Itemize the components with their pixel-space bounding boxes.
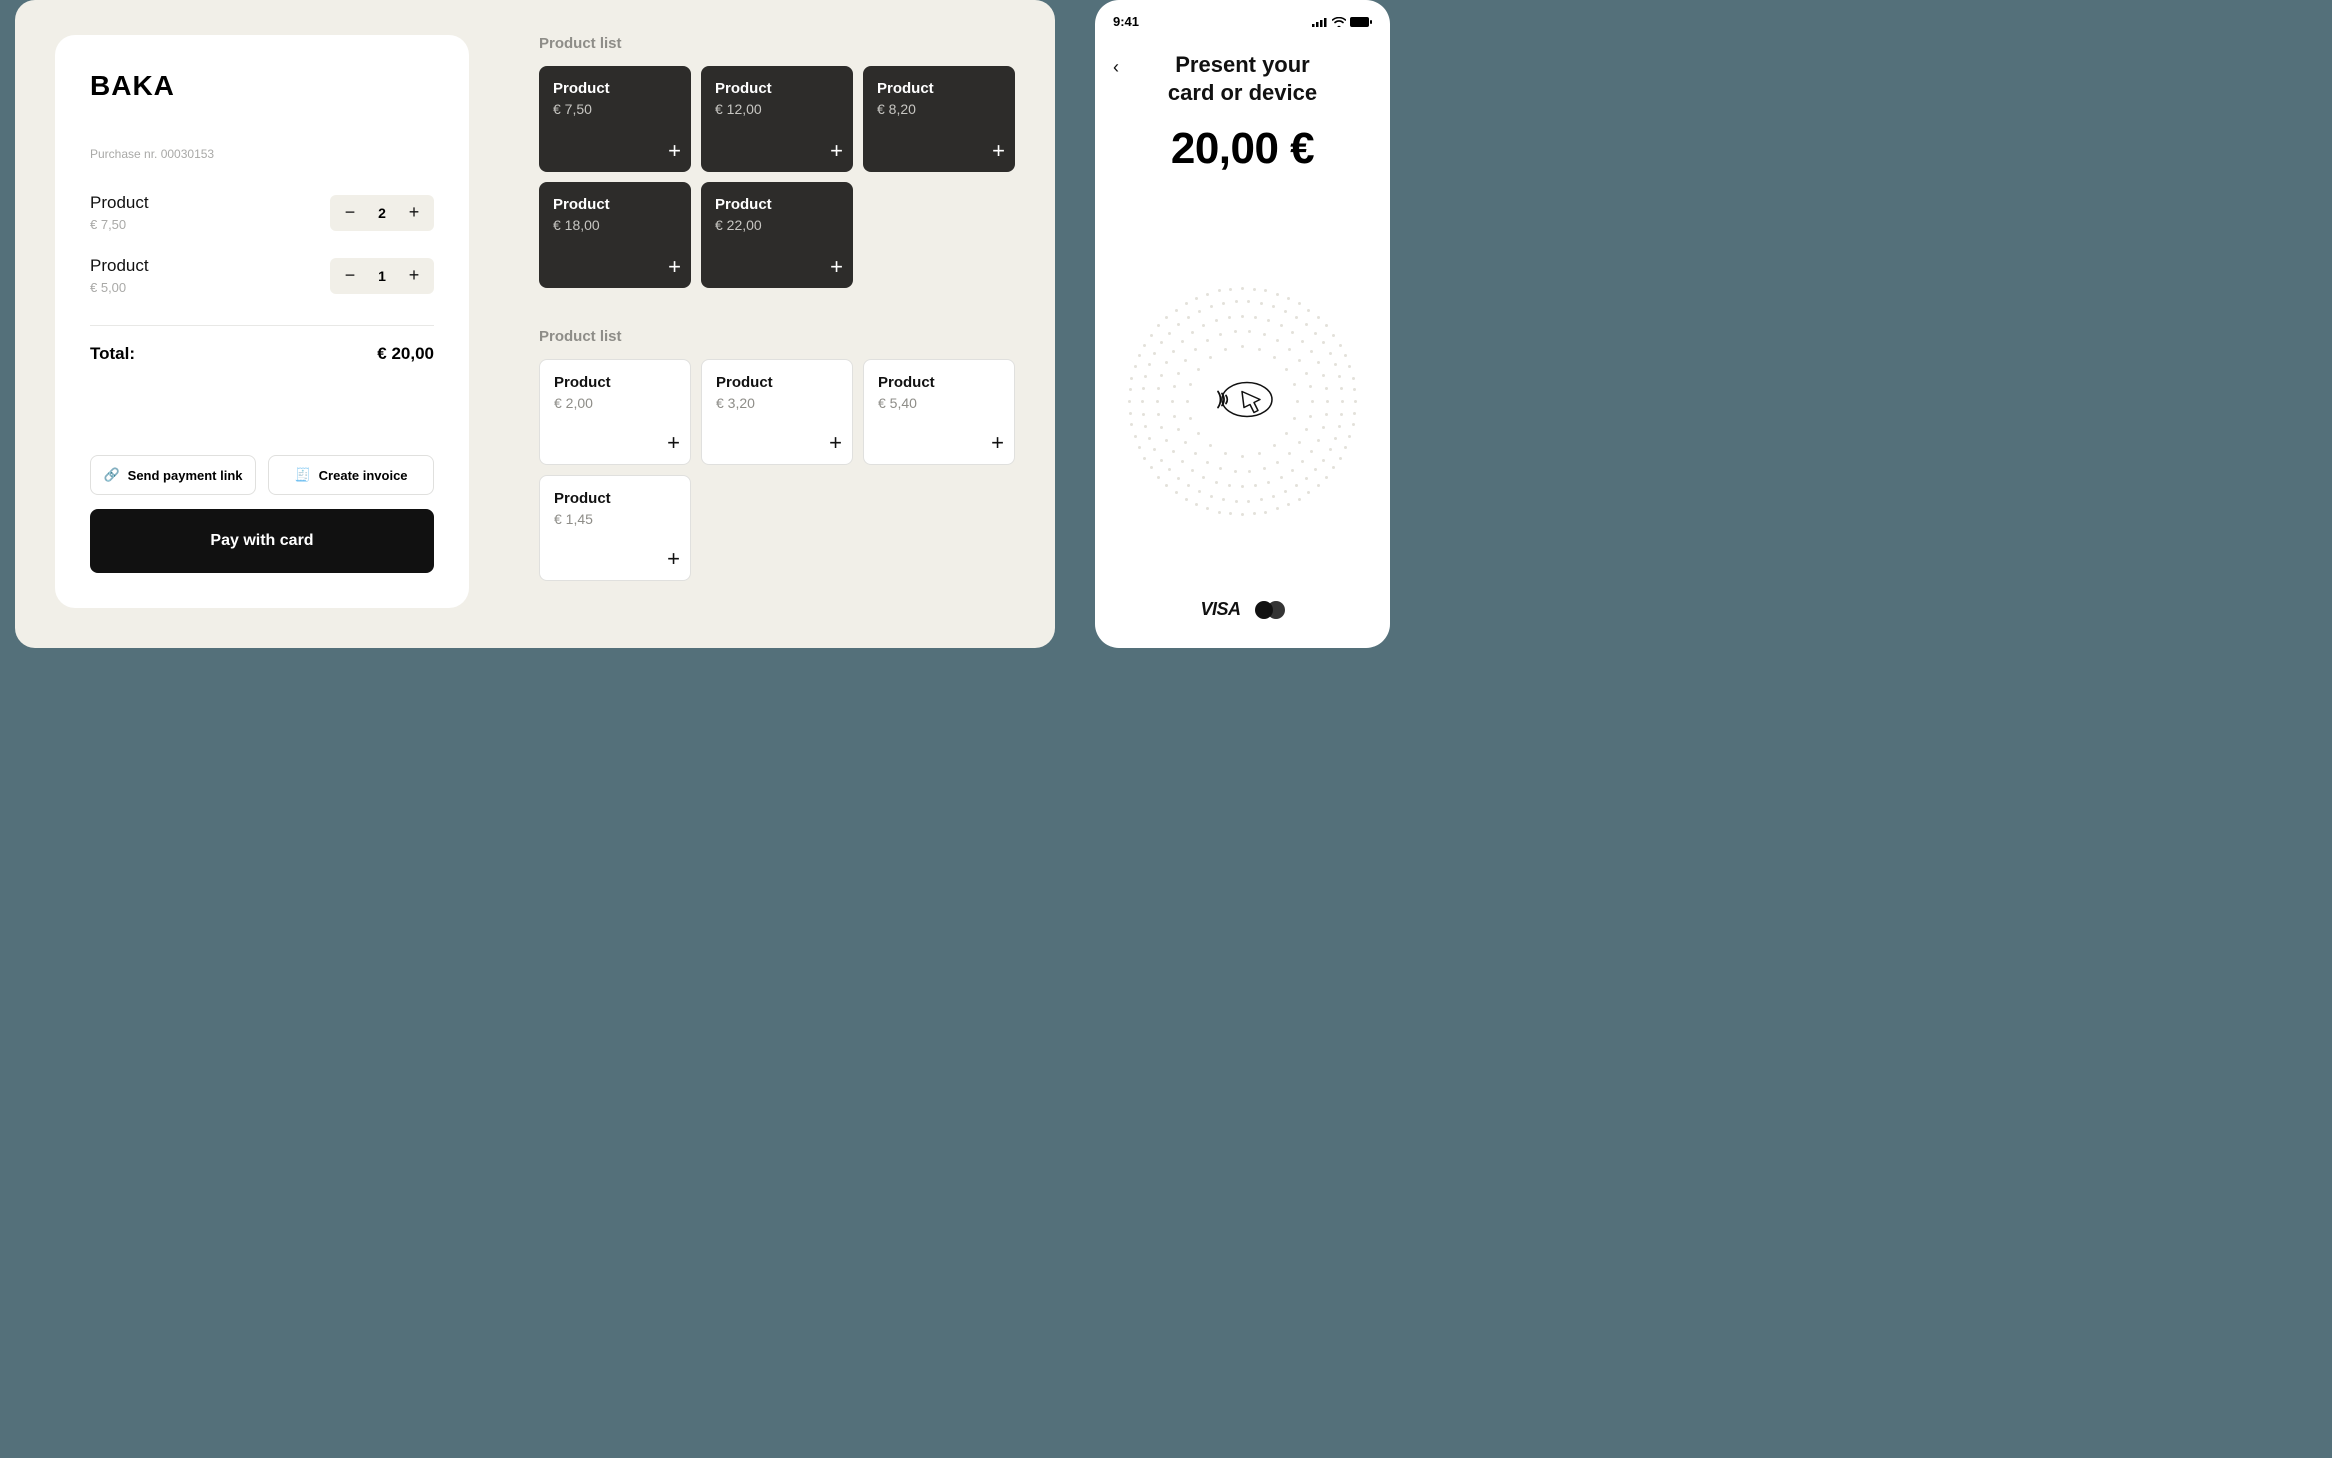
qty-decrement[interactable]: − (334, 260, 366, 292)
total-value: € 20,00 (377, 344, 434, 364)
brand-logo: BAKA (90, 70, 434, 102)
line-item: Product € 5,00 − 1 + (90, 244, 434, 307)
pay-with-card-button[interactable]: Pay with card (90, 509, 434, 573)
send-payment-link-button[interactable]: 🔗 Send payment link (90, 455, 256, 495)
line-item-price: € 5,00 (90, 280, 149, 295)
product-card[interactable]: Product € 1,45 + (539, 475, 691, 581)
button-label: Create invoice (319, 468, 408, 483)
plus-icon[interactable]: + (829, 430, 842, 456)
product-name: Product (554, 374, 676, 391)
plus-icon[interactable]: + (830, 138, 843, 164)
product-price: € 22,00 (715, 217, 839, 233)
present-card-title: Present yourcard or device (1133, 51, 1352, 106)
accepted-cards: VISA (1113, 599, 1372, 630)
qty-increment[interactable]: + (398, 197, 430, 229)
product-price: € 7,50 (553, 101, 677, 117)
product-name: Product (553, 196, 677, 213)
line-item-price: € 7,50 (90, 217, 149, 232)
total-row: Total: € 20,00 (90, 344, 434, 364)
line-item-name: Product (90, 256, 149, 276)
qty-value: 2 (366, 205, 398, 221)
quantity-stepper: − 1 + (330, 258, 434, 294)
grid-title: Product list (539, 328, 1015, 345)
button-label: Send payment link (128, 468, 243, 483)
product-price: € 12,00 (715, 101, 839, 117)
product-grids: Product list Product € 7,50 + Product € … (539, 0, 1015, 608)
cellular-icon (1312, 17, 1328, 27)
product-name: Product (715, 80, 839, 97)
plus-icon[interactable]: + (667, 430, 680, 456)
product-card[interactable]: Product € 22,00 + (701, 182, 853, 288)
button-label: Pay with card (210, 532, 313, 550)
status-bar: 9:41 (1113, 14, 1372, 29)
receipt-card: BAKA Purchase nr. 00030153 Product € 7,5… (55, 35, 469, 608)
product-grid-light: Product € 2,00 + Product € 3,20 + Produc… (539, 359, 1015, 581)
battery-icon (1350, 17, 1372, 27)
plus-icon[interactable]: + (668, 138, 681, 164)
product-card[interactable]: Product € 2,00 + (539, 359, 691, 465)
product-name: Product (878, 374, 1000, 391)
product-card[interactable]: Product € 8,20 + (863, 66, 1015, 172)
plus-icon[interactable]: + (667, 546, 680, 572)
create-invoice-button[interactable]: 🧾 Create invoice (268, 455, 434, 495)
product-price: € 18,00 (553, 217, 677, 233)
invoice-icon: 🧾 (294, 467, 310, 483)
plus-icon[interactable]: + (992, 138, 1005, 164)
qty-increment[interactable]: + (398, 260, 430, 292)
back-button[interactable]: ‹ (1113, 57, 1133, 78)
pos-panel: BAKA Purchase nr. 00030153 Product € 7,5… (15, 0, 1055, 648)
total-label: Total: (90, 344, 135, 364)
divider (90, 325, 434, 326)
product-name: Product (877, 80, 1001, 97)
product-card[interactable]: Product € 7,50 + (539, 66, 691, 172)
quantity-stepper: − 2 + (330, 195, 434, 231)
product-card[interactable]: Product € 3,20 + (701, 359, 853, 465)
link-icon: 🔗 (103, 467, 119, 483)
product-grid-dark: Product € 7,50 + Product € 12,00 + Produ… (539, 66, 1015, 288)
product-price: € 5,40 (878, 395, 1000, 411)
contactless-icon (1212, 379, 1274, 424)
line-item: Product € 7,50 − 2 + (90, 181, 434, 244)
status-time: 9:41 (1113, 14, 1139, 29)
product-price: € 3,20 (716, 395, 838, 411)
payment-amount: 20,00 € (1113, 124, 1372, 174)
status-indicators (1312, 17, 1372, 27)
line-items: Product € 7,50 − 2 + Product € 5,00 − 1 … (90, 181, 434, 307)
wifi-icon (1332, 17, 1346, 27)
plus-icon[interactable]: + (668, 254, 681, 280)
line-item-name: Product (90, 193, 149, 213)
product-price: € 1,45 (554, 511, 676, 527)
mastercard-logo (1255, 601, 1285, 619)
plus-icon[interactable]: + (830, 254, 843, 280)
product-name: Product (553, 80, 677, 97)
product-card[interactable]: Product € 18,00 + (539, 182, 691, 288)
product-name: Product (554, 490, 676, 507)
tap-zone[interactable] (1113, 204, 1372, 599)
grid-title: Product list (539, 35, 1015, 52)
product-price: € 8,20 (877, 101, 1001, 117)
product-price: € 2,00 (554, 395, 676, 411)
qty-value: 1 (366, 268, 398, 284)
product-card[interactable]: Product € 12,00 + (701, 66, 853, 172)
phone-screen: 9:41 ‹ Present yourcard or device 20,00 … (1095, 0, 1390, 648)
product-name: Product (715, 196, 839, 213)
product-name: Product (716, 374, 838, 391)
visa-logo: VISA (1200, 599, 1240, 620)
plus-icon[interactable]: + (991, 430, 1004, 456)
qty-decrement[interactable]: − (334, 197, 366, 229)
product-card[interactable]: Product € 5,40 + (863, 359, 1015, 465)
purchase-number: Purchase nr. 00030153 (90, 147, 434, 161)
